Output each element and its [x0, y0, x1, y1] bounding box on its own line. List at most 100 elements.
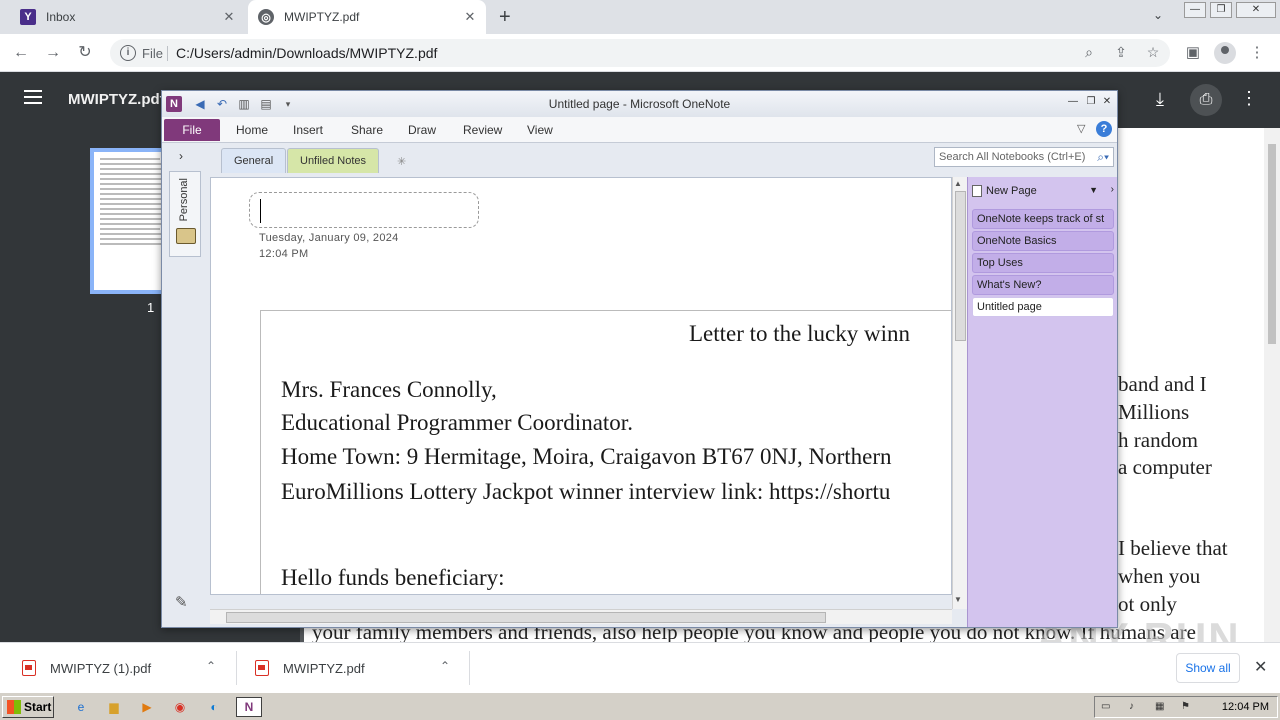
folder-icon[interactable]: ▆: [103, 697, 125, 717]
text-caret: [260, 199, 261, 223]
page-horizontal-scrollbar[interactable]: [210, 609, 952, 624]
close-button[interactable]: ✕: [1100, 96, 1114, 108]
hamburger-menu-icon[interactable]: [24, 90, 42, 104]
pdf-file-icon: [22, 660, 36, 676]
page-list-item[interactable]: OneNote keeps track of st: [972, 209, 1114, 229]
pdf-file-icon: [255, 660, 269, 676]
expand-ribbon-chevron-icon[interactable]: ▽: [1077, 122, 1085, 135]
close-tab-icon[interactable]: ✕: [462, 9, 478, 25]
notebook-navigation: › Personal ✎: [165, 143, 203, 627]
more-vert-icon[interactable]: ⋮: [1240, 88, 1258, 109]
volume-icon[interactable]: ♪: [1129, 701, 1143, 713]
profile-avatar-icon[interactable]: [1214, 42, 1236, 64]
tab-pdf[interactable]: ◎ MWIPTYZ.pdf ✕: [248, 0, 486, 34]
start-button[interactable]: Start: [2, 696, 54, 718]
page-time: 12:04 PM: [259, 248, 309, 260]
page-list-item[interactable]: Top Uses: [972, 253, 1114, 273]
side-panel-icon[interactable]: ▣: [1182, 42, 1204, 64]
onenote-ribbon: File Home Insert Share Draw Review View …: [162, 117, 1117, 143]
note-page-canvas[interactable]: Tuesday, January 09, 2024 12:04 PM Lette…: [210, 177, 952, 595]
zoom-icon[interactable]: ⌕: [1080, 44, 1098, 62]
printout-line: Educational Programmer Coordinator.: [281, 410, 633, 435]
help-icon[interactable]: ?: [1096, 121, 1112, 137]
dropdown-arrow-icon[interactable]: ▼: [1089, 185, 1098, 195]
restore-button[interactable]: ❐: [1084, 96, 1098, 108]
page-vertical-scrollbar[interactable]: ▲ ▼: [952, 177, 967, 609]
printout-line: Mrs. Frances Connolly,: [281, 377, 497, 402]
onenote-window: N ◀ ↶ ▥ ▤ ▾ Untitled page - Microsoft On…: [161, 90, 1118, 628]
globe-favicon-icon: ◎: [258, 9, 274, 25]
draw-tab[interactable]: Draw: [408, 123, 436, 137]
flag-icon[interactable]: ⚑: [1181, 701, 1195, 713]
download-icon[interactable]: ⤓: [1156, 89, 1164, 110]
download-item[interactable]: MWIPTYZ.pdf: [255, 643, 365, 693]
clock[interactable]: 12:04 PM: [1222, 701, 1269, 713]
tab-title: MWIPTYZ.pdf: [284, 10, 360, 24]
reload-icon[interactable]: ↻: [74, 42, 96, 64]
new-page-button[interactable]: New Page ▼ ›: [972, 181, 1116, 201]
divider: [167, 46, 168, 61]
tab-search-chevron-icon[interactable]: ⌄: [1153, 8, 1163, 22]
edge-icon[interactable]: ◐: [203, 697, 225, 717]
new-page-icon: [972, 185, 982, 197]
new-tab-button[interactable]: +: [499, 6, 511, 29]
more-menu-icon[interactable]: ⋮: [1246, 42, 1268, 64]
home-tab[interactable]: Home: [236, 123, 268, 137]
bookmark-star-icon[interactable]: ☆: [1144, 44, 1162, 62]
windows-flag-icon: [7, 700, 21, 714]
page-list-item[interactable]: OneNote Basics: [972, 231, 1114, 251]
pdf-printout[interactable]: Letter to the lucky winn Mrs. Frances Co…: [260, 310, 951, 594]
show-all-button[interactable]: Show all: [1176, 653, 1240, 683]
new-section-icon[interactable]: ✳: [397, 155, 406, 168]
tab-inbox[interactable]: Y Inbox ✕: [10, 0, 245, 34]
search-notebooks-input[interactable]: Search All Notebooks (Ctrl+E) ⌕▾: [934, 147, 1114, 167]
close-shelf-icon[interactable]: ✕: [1254, 657, 1267, 677]
address-bar[interactable]: i File C:/Users/admin/Downloads/MWIPTYZ.…: [110, 39, 1170, 67]
quick-notes-icon[interactable]: ✎: [175, 593, 197, 611]
notebook-personal[interactable]: Personal: [169, 171, 201, 257]
page-title-input[interactable]: [249, 192, 479, 228]
share-icon[interactable]: ⇪: [1112, 44, 1130, 62]
file-tab[interactable]: File: [164, 119, 220, 141]
printout-line: Letter to the lucky winn: [689, 321, 910, 346]
url-text[interactable]: C:/Users/admin/Downloads/MWIPTYZ.pdf: [176, 45, 437, 61]
restore-button[interactable]: ❐: [1210, 2, 1232, 18]
insert-tab[interactable]: Insert: [293, 123, 323, 137]
new-page-label: New Page: [986, 185, 1037, 197]
expand-navigation-icon[interactable]: ›: [179, 149, 183, 163]
section-tab-general[interactable]: General: [221, 148, 287, 173]
view-tab[interactable]: View: [527, 123, 553, 137]
keyboard-icon[interactable]: ▭: [1101, 701, 1115, 713]
collapse-pane-icon[interactable]: ›: [1111, 184, 1114, 195]
network-icon[interactable]: ▦: [1155, 701, 1169, 713]
review-tab[interactable]: Review: [463, 123, 502, 137]
pdf-text-line: band and I: [1118, 372, 1207, 396]
chrome-icon[interactable]: ◉: [169, 697, 191, 717]
onenote-window-title: Untitled page - Microsoft OneNote: [548, 97, 731, 111]
divider: [469, 651, 470, 685]
chevron-up-icon[interactable]: ⌃: [440, 659, 450, 673]
media-player-icon[interactable]: ▶: [136, 697, 158, 717]
info-icon[interactable]: i: [120, 45, 136, 61]
close-tab-icon[interactable]: ✕: [221, 9, 237, 25]
search-icon[interactable]: ⌕▾: [1097, 150, 1109, 165]
chevron-up-icon[interactable]: ⌃: [206, 659, 216, 673]
minimize-button[interactable]: —: [1066, 96, 1080, 108]
pdf-text-line: a computer: [1118, 455, 1212, 479]
pdf-text-line: when you: [1118, 564, 1201, 588]
download-item[interactable]: MWIPTYZ (1).pdf: [22, 643, 151, 693]
forward-arrow-icon[interactable]: →: [42, 42, 64, 64]
page-list-item-active[interactable]: Untitled page: [972, 297, 1114, 317]
section-tab-unfiled-notes[interactable]: Unfiled Notes: [287, 148, 380, 173]
share-tab[interactable]: Share: [351, 123, 383, 137]
pdf-text-line: Millions: [1118, 400, 1190, 424]
pdf-scrollbar[interactable]: [1264, 128, 1280, 642]
minimize-button[interactable]: —: [1184, 2, 1206, 18]
page-list-item[interactable]: What's New?: [972, 275, 1114, 295]
tab-title: Inbox: [46, 10, 76, 24]
close-window-button[interactable]: ✕: [1236, 2, 1276, 18]
print-icon[interactable]: ⎙: [1190, 84, 1222, 116]
onenote-taskbar-icon[interactable]: N: [236, 697, 262, 717]
back-arrow-icon[interactable]: ←: [10, 42, 32, 64]
ie-icon[interactable]: e: [70, 697, 92, 717]
